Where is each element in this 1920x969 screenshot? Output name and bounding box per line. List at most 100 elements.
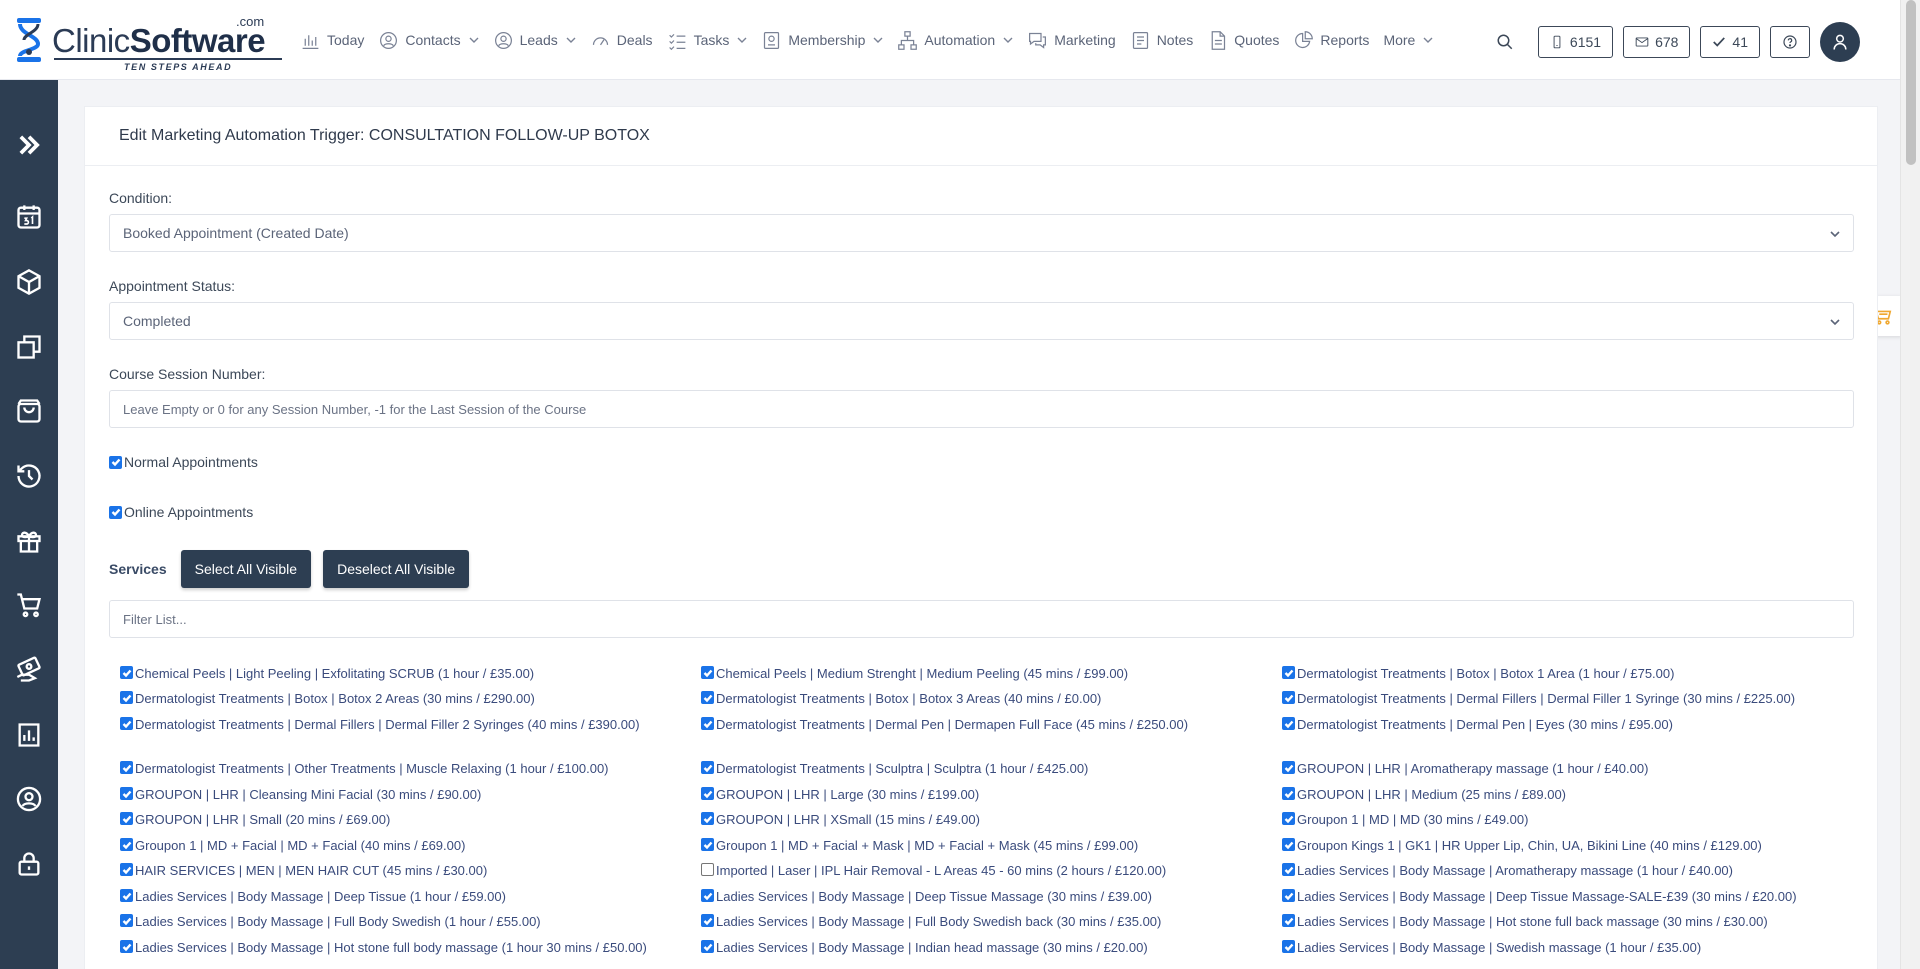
checkbox[interactable] (120, 717, 133, 730)
checkbox[interactable] (1282, 812, 1295, 825)
normal-appointments-checkbox[interactable]: Normal Appointments (109, 454, 1853, 470)
service-checkbox-item[interactable]: Dermatologist Treatments | Botox | Botox… (1282, 664, 1812, 683)
service-checkbox-item[interactable]: Dermatologist Treatments | Dermal Pen | … (701, 715, 1231, 734)
service-checkbox-item[interactable]: GROUPON | LHR | Medium (25 mins / £89.00… (1282, 785, 1812, 804)
service-checkbox-item[interactable]: Dermatologist Treatments | Botox | Botox… (120, 689, 650, 708)
tasks-counter-button[interactable]: 41 (1700, 26, 1760, 58)
checkbox[interactable] (120, 691, 133, 704)
service-checkbox-item[interactable]: Ladies Services | Body Massage | Deep Ti… (701, 887, 1231, 906)
checkbox[interactable] (1282, 787, 1295, 800)
checkbox[interactable] (701, 914, 714, 927)
service-checkbox-item[interactable]: GROUPON | LHR | Small (20 mins / £69.00) (120, 810, 650, 829)
service-checkbox-item[interactable]: Groupon 1 | MD | MD (30 mins / £49.00) (1282, 810, 1812, 829)
sidebar-item-reports[interactable] (14, 720, 44, 750)
service-checkbox-item[interactable]: GROUPON | LHR | Aromatherapy massage (1 … (1282, 759, 1812, 778)
sms-counter-button[interactable]: 6151 (1537, 26, 1614, 58)
service-checkbox-item[interactable]: Dermatologist Treatments | Sculptra | Sc… (701, 759, 1231, 778)
checkbox[interactable] (701, 838, 714, 851)
nav-deals[interactable]: Deals (590, 30, 653, 51)
select-all-visible-button[interactable]: Select All Visible (180, 550, 312, 588)
nav-membership[interactable]: Membership (761, 30, 883, 51)
user-avatar[interactable] (1820, 22, 1860, 62)
service-checkbox-item[interactable]: Ladies Services | Body Massage | Hot sto… (120, 938, 650, 957)
checkbox[interactable] (701, 940, 714, 953)
checkbox[interactable] (701, 787, 714, 800)
nav-today[interactable]: Today (300, 30, 364, 51)
checkbox[interactable] (120, 812, 133, 825)
sidebar-item-history[interactable] (14, 461, 44, 491)
checkbox[interactable] (1282, 717, 1295, 730)
checkbox[interactable] (701, 717, 714, 730)
service-checkbox-item[interactable]: GROUPON | LHR | XSmall (15 mins / £49.00… (701, 810, 1231, 829)
sidebar-item-gifts[interactable] (14, 526, 44, 556)
service-checkbox-item[interactable]: Ladies Services | Body Massage | Full Bo… (701, 912, 1231, 931)
nav-reports[interactable]: Reports (1293, 30, 1369, 51)
sidebar-item-shop[interactable] (14, 396, 44, 426)
search-button[interactable] (1496, 30, 1520, 54)
page-scrollbar[interactable] (1900, 0, 1920, 969)
nav-tasks[interactable]: Tasks (667, 30, 748, 51)
session-number-input[interactable] (109, 390, 1854, 428)
sidebar-item-copy[interactable] (14, 332, 44, 362)
checkbox[interactable] (120, 863, 133, 876)
checkbox[interactable] (701, 666, 714, 679)
sidebar-item-profile[interactable] (14, 784, 44, 814)
sidebar-item-security[interactable] (14, 849, 44, 879)
checkbox[interactable] (120, 787, 133, 800)
checkbox[interactable] (1282, 691, 1295, 704)
email-counter-button[interactable]: 678 (1623, 26, 1691, 58)
checkbox[interactable] (701, 863, 714, 876)
service-checkbox-item[interactable]: Ladies Services | Body Massage | Full Bo… (120, 912, 650, 931)
service-checkbox-item[interactable]: Dermatologist Treatments | Dermal Filler… (1282, 689, 1812, 708)
checkbox[interactable] (701, 691, 714, 704)
service-checkbox-item[interactable]: Dermatologist Treatments | Other Treatme… (120, 759, 650, 778)
checkbox[interactable] (1282, 761, 1295, 774)
checkbox[interactable] (120, 761, 133, 774)
service-checkbox-item[interactable]: Ladies Services | Body Massage | Indian … (701, 938, 1231, 957)
online-appointments-checkbox[interactable]: Online Appointments (109, 504, 1853, 520)
help-button[interactable] (1770, 26, 1810, 58)
nav-more[interactable]: More (1383, 32, 1433, 48)
deselect-all-visible-button[interactable]: Deselect All Visible (323, 550, 470, 588)
checkbox[interactable] (120, 914, 133, 927)
sidebar-item-cart[interactable] (14, 590, 44, 620)
checkbox[interactable] (1282, 863, 1295, 876)
sidebar-item-calendar[interactable] (14, 202, 44, 232)
appointment-status-select[interactable]: Completed (109, 302, 1854, 340)
checkbox[interactable] (701, 761, 714, 774)
service-checkbox-item[interactable]: Ladies Services | Body Massage | Swedish… (1282, 938, 1812, 957)
service-checkbox-item[interactable]: Groupon Kings 1 | GK1 | HR Upper Lip, Ch… (1282, 836, 1812, 855)
service-checkbox-item[interactable]: Chemical Peels | Light Peeling | Exfolit… (120, 664, 650, 683)
nav-notes[interactable]: Notes (1130, 30, 1193, 51)
checkbox[interactable] (120, 838, 133, 851)
checkbox[interactable] (1282, 889, 1295, 902)
clinicsoftware-logo[interactable]: ClinicSoftware .com TEN STEPS AHEAD (14, 12, 282, 72)
service-checkbox-item[interactable]: Dermatologist Treatments | Dermal Pen | … (1282, 715, 1812, 734)
nav-contacts[interactable]: Contacts (378, 30, 479, 51)
service-checkbox-item[interactable]: Ladies Services | Body Massage | Deep Ti… (1282, 887, 1812, 906)
service-checkbox-item[interactable]: HAIR SERVICES | MEN | MEN HAIR CUT (45 m… (120, 861, 650, 880)
service-checkbox-item[interactable]: Chemical Peels | Medium Strenght | Mediu… (701, 664, 1231, 683)
checkbox[interactable] (1282, 940, 1295, 953)
nav-quotes[interactable]: Quotes (1207, 30, 1279, 51)
service-checkbox-item[interactable]: Groupon 1 | MD + Facial | MD + Facial (4… (120, 836, 650, 855)
nav-automation[interactable]: Automation (897, 30, 1013, 51)
service-checkbox-item[interactable]: Ladies Services | Body Massage | Hot sto… (1282, 912, 1812, 931)
checkbox[interactable] (109, 505, 122, 519)
expand-sidebar-button[interactable] (14, 130, 44, 160)
service-checkbox-item[interactable]: Groupon 1 | MD + Facial + Mask | MD + Fa… (701, 836, 1231, 855)
sidebar-item-payments[interactable] (14, 655, 44, 685)
service-checkbox-item[interactable]: Dermatologist Treatments | Botox | Botox… (701, 689, 1231, 708)
checkbox[interactable] (701, 889, 714, 902)
condition-select[interactable]: Booked Appointment (Created Date) (109, 214, 1854, 252)
filter-list-input[interactable] (109, 600, 1854, 638)
service-checkbox-item[interactable]: GROUPON | LHR | Large (30 mins / £199.00… (701, 785, 1231, 804)
service-checkbox-item[interactable]: Dermatologist Treatments | Dermal Filler… (120, 715, 650, 734)
checkbox[interactable] (120, 666, 133, 679)
checkbox[interactable] (1282, 914, 1295, 927)
sidebar-item-products[interactable] (14, 267, 44, 297)
scrollbar-thumb[interactable] (1906, 0, 1916, 165)
checkbox[interactable] (109, 455, 122, 469)
checkbox[interactable] (120, 940, 133, 953)
checkbox[interactable] (120, 889, 133, 902)
